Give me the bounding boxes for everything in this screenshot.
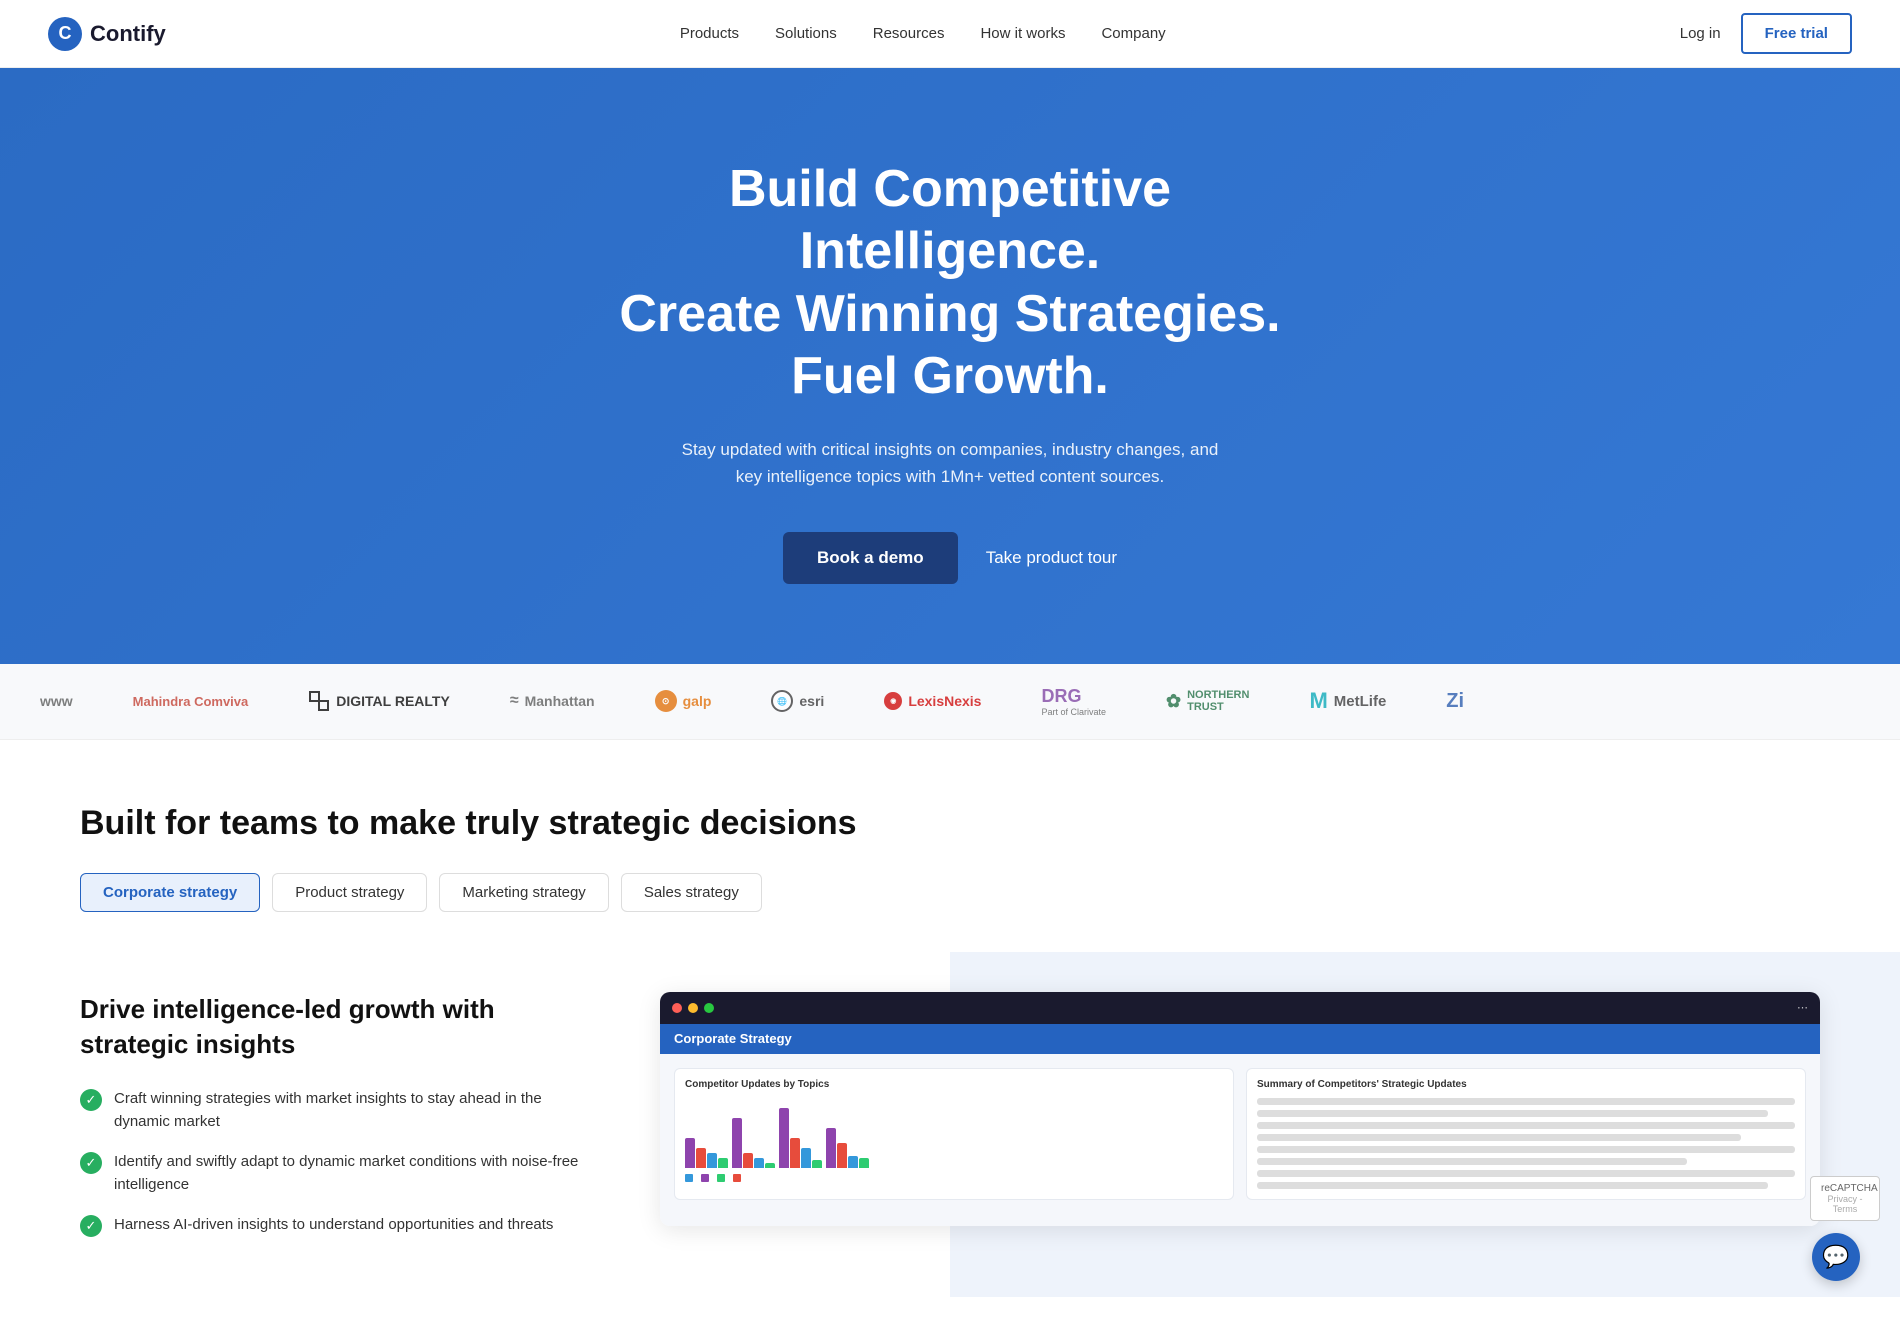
bar xyxy=(837,1143,847,1168)
logo-esri: 🌐 esri xyxy=(771,690,824,712)
book-demo-button[interactable]: Book a demo xyxy=(783,532,958,584)
text-line xyxy=(1257,1134,1741,1141)
text-line xyxy=(1257,1170,1795,1177)
logo[interactable]: C Contify xyxy=(48,17,166,51)
hero-heading: Build Competitive Intelligence. Create W… xyxy=(600,158,1300,408)
bar xyxy=(848,1156,858,1168)
tab-corporate-strategy[interactable]: Corporate strategy xyxy=(80,873,260,912)
logo-metlife: M MetLife xyxy=(1309,688,1386,714)
bar xyxy=(696,1148,706,1168)
text-lines xyxy=(1257,1098,1795,1189)
check-icon-2: ✓ xyxy=(80,1152,102,1174)
bar xyxy=(790,1138,800,1168)
nav-how-it-works[interactable]: How it works xyxy=(980,25,1065,42)
navbar-actions: Log in Free trial xyxy=(1680,13,1852,54)
logo-zi: Zi xyxy=(1446,690,1464,713)
bar-group-1 xyxy=(685,1138,728,1168)
bar xyxy=(779,1108,789,1168)
login-link[interactable]: Log in xyxy=(1680,25,1721,42)
feature-list: ✓ Craft winning strategies with market i… xyxy=(80,1088,600,1237)
bar-legend xyxy=(685,1174,1223,1182)
nav-products[interactable]: Products xyxy=(680,25,739,42)
feature-item-1: ✓ Craft winning strategies with market i… xyxy=(80,1088,600,1133)
content-section: Drive intelligence-led growth with strat… xyxy=(0,952,1900,1297)
bar xyxy=(732,1118,742,1168)
logo-digital-realty: DIGITAL REALTY xyxy=(308,690,450,712)
logo-mahindra: Mahindra Comviva xyxy=(133,694,249,709)
dashboard-inner: ⋯ Corporate Strategy Competitor Updates … xyxy=(660,992,1820,1226)
hero-actions: Book a demo Take product tour xyxy=(20,532,1880,584)
logo-www: www xyxy=(40,693,73,709)
navbar: C Contify Products Solutions Resources H… xyxy=(0,0,1900,68)
bar-chart-panel: Competitor Updates by Topics xyxy=(674,1068,1234,1200)
dot-red xyxy=(672,1003,682,1013)
bar xyxy=(801,1148,811,1168)
galp-icon: ⊙ xyxy=(655,690,677,712)
dot-yellow xyxy=(688,1003,698,1013)
bar-group-2 xyxy=(732,1118,775,1168)
text-line xyxy=(1257,1146,1795,1153)
dot-green xyxy=(704,1003,714,1013)
text-line xyxy=(1257,1158,1687,1165)
check-icon-1: ✓ xyxy=(80,1089,102,1111)
bar xyxy=(754,1158,764,1168)
logo-icon: C xyxy=(48,17,82,51)
logo-manhattan: ≈ Manhattan xyxy=(510,692,595,710)
free-trial-button[interactable]: Free trial xyxy=(1741,13,1852,54)
logo-drg: DRG Part of Clarivate xyxy=(1041,686,1106,717)
bar-group-3 xyxy=(779,1108,822,1168)
dashboard-mockup: ⋯ Corporate Strategy Competitor Updates … xyxy=(660,992,1820,1226)
brand-name: Contify xyxy=(90,21,166,47)
strategy-tabs: Corporate strategy Product strategy Mark… xyxy=(80,873,1820,912)
content-heading: Drive intelligence-led growth with strat… xyxy=(80,992,600,1062)
bar xyxy=(859,1158,869,1168)
tab-sales-strategy[interactable]: Sales strategy xyxy=(621,873,762,912)
esri-icon: 🌐 xyxy=(771,690,793,712)
logo-northern-trust: ✿ NORTHERN TRUST xyxy=(1166,689,1249,713)
product-tour-link[interactable]: Take product tour xyxy=(986,548,1117,568)
nav-resources[interactable]: Resources xyxy=(873,25,945,42)
bar-chart xyxy=(685,1098,1223,1168)
bar-group-4 xyxy=(826,1128,869,1168)
strategy-section: Built for teams to make truly strategic … xyxy=(0,740,1900,952)
bar xyxy=(718,1158,728,1168)
dash-title-bar: Corporate Strategy xyxy=(660,1024,1820,1054)
recaptcha-badge: reCAPTCHA Privacy - Terms xyxy=(1810,1176,1880,1221)
bar xyxy=(743,1153,753,1168)
text-line xyxy=(1257,1098,1795,1105)
logos-strip: www Mahindra Comviva DIGITAL REALTY ≈ Ma… xyxy=(0,664,1900,740)
check-icon-3: ✓ xyxy=(80,1215,102,1237)
nav-company[interactable]: Company xyxy=(1101,25,1165,42)
chatbot-button[interactable]: 💬 xyxy=(1812,1233,1860,1281)
feature-item-2: ✓ Identify and swiftly adapt to dynamic … xyxy=(80,1151,600,1196)
nav-links: Products Solutions Resources How it work… xyxy=(680,25,1166,42)
content-left: Drive intelligence-led growth with strat… xyxy=(80,992,600,1237)
dash-body: Competitor Updates by Topics xyxy=(660,1054,1820,1226)
bar xyxy=(707,1153,717,1168)
summary-panel: Summary of Competitors' Strategic Update… xyxy=(1246,1068,1806,1200)
text-line xyxy=(1257,1182,1768,1189)
logo-galp: ⊙ galp xyxy=(655,690,712,712)
dash-topbar: ⋯ xyxy=(660,992,1820,1024)
text-line xyxy=(1257,1110,1768,1117)
nav-solutions[interactable]: Solutions xyxy=(775,25,837,42)
hero-section: Build Competitive Intelligence. Create W… xyxy=(0,68,1900,664)
strategy-title: Built for teams to make truly strategic … xyxy=(80,804,1820,843)
bar xyxy=(765,1163,775,1168)
bar xyxy=(812,1160,822,1168)
bar xyxy=(685,1138,695,1168)
tab-product-strategy[interactable]: Product strategy xyxy=(272,873,427,912)
dash-charts-row: Competitor Updates by Topics xyxy=(674,1068,1806,1200)
logo-lexis: ◉ LexisNexis xyxy=(884,692,981,710)
lexis-icon: ◉ xyxy=(884,692,902,710)
bar xyxy=(826,1128,836,1168)
tab-marketing-strategy[interactable]: Marketing strategy xyxy=(439,873,608,912)
logos-inner: www Mahindra Comviva DIGITAL REALTY ≈ Ma… xyxy=(0,686,1900,717)
feature-item-3: ✓ Harness AI-driven insights to understa… xyxy=(80,1214,600,1237)
text-line xyxy=(1257,1122,1795,1129)
hero-subtext: Stay updated with critical insights on c… xyxy=(680,436,1220,490)
